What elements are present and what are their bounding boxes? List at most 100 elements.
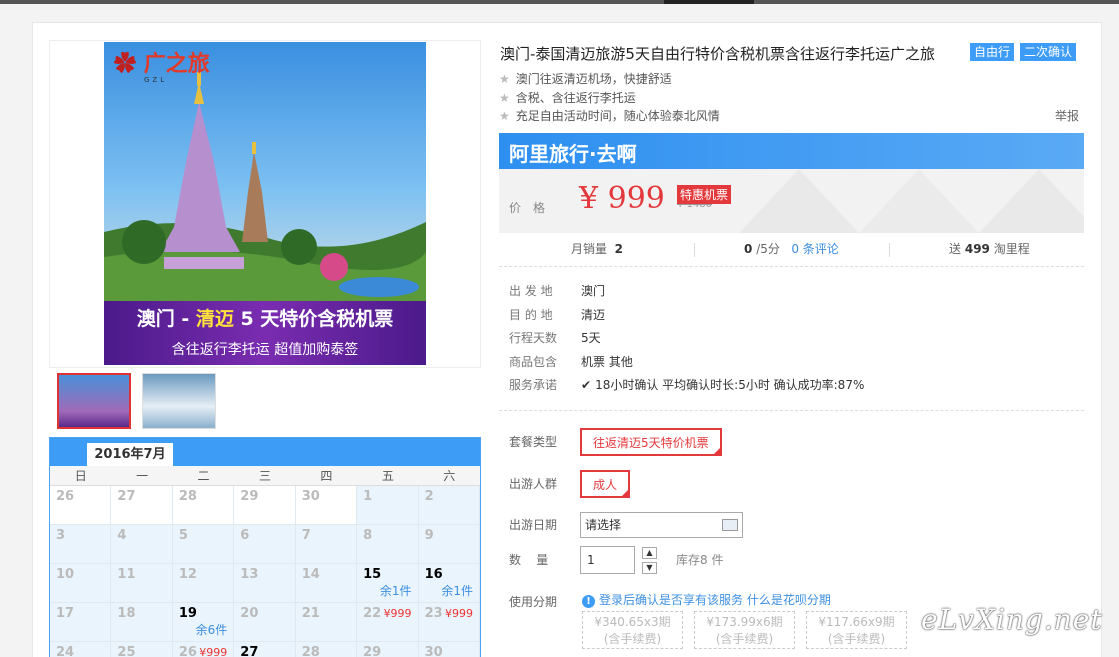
rating: 0 /5分 0 条评论 [744,242,839,256]
day-number: 9 [424,528,434,543]
weekday-label: 日 [74,469,87,483]
day-number: 15 [363,567,382,582]
price-label: 价格 [509,201,558,215]
installment-note: ! 登录后确认是否享有该服务 什么是花呗分期 [582,591,831,608]
day-stock: 余6件 [195,623,228,637]
day-number: 10 [56,567,75,582]
sales-stats: 月销量 2 0 /5分 0 条评论 送 499 淘里程 [499,233,1084,267]
day-stock: 余1件 [379,584,412,598]
qty-label: 数 量 [509,553,549,567]
thumbnail-1[interactable] [57,373,131,429]
calendar-day: 17 [50,603,112,642]
day-number: 28 [301,645,320,657]
day-price: ¥999 [444,607,473,620]
calendar-day: 1 [357,486,419,525]
product-poster[interactable]: ✿ 广之旅 GZL 澳门 - 清迈 5 天特价含税机票 含往返行李托运 超值加购… [104,42,426,365]
calendar-day: 21 [295,603,358,642]
day-number: 12 [178,567,197,582]
feature-item: ★ 澳门往返清迈机场，快捷舒适 [499,72,672,86]
report-link[interactable]: 举报 [1055,107,1079,124]
check-icon: ✔ [581,378,592,392]
calendar-day[interactable]: 27售罄 [234,642,296,657]
price-value: ¥ 999 [579,181,665,216]
calendar-weekdays: 日一二三四五六 [50,466,480,486]
price-panel: 阿里旅行·去啊 价格 ¥ 999 ¥ 1480 特惠机票 [499,133,1084,233]
calendar-month-tab[interactable]: 2016年7月 [86,442,174,466]
top-bar [0,0,1119,4]
calendar-day: 25 [111,642,173,657]
poster-title: 澳门 - 清迈 5 天特价含税机票 [136,308,394,330]
day-number: 30 [301,489,320,504]
divider [694,243,695,257]
weekday-label: 五 [381,469,394,483]
calendar-day[interactable]: 26 ¥999 [172,642,235,657]
reviews-link[interactable]: 0 条评论 [791,242,838,256]
day-number: 29 [240,489,259,504]
calendar-day: 27 [111,486,173,525]
calendar-day: 5 [172,525,235,564]
feature-item: ★ 含税、含往返行李托运 [499,91,636,105]
day-number: 16 [424,567,443,582]
date-label: 出游日期 [509,518,558,532]
weekday-label: 四 [320,469,333,483]
divider [499,410,1084,411]
day-number: 2 [424,489,434,504]
installment-plan-3[interactable]: ¥340.65x3期 (含手续费) [582,611,683,649]
calendar-day[interactable]: 15 余1件 [357,564,419,603]
day-number: 11 [117,567,136,582]
qty-decrease-button[interactable]: ▼ [642,562,657,574]
date-picker-input[interactable]: 请选择 [580,512,743,538]
quantity-input[interactable]: 1 [580,546,635,574]
installment-plan-9[interactable]: ¥117.66x9期 (含手续费) [806,611,907,649]
info-service: 服务承诺 ✔ 18小时确认 平均确认时长:5小时 确认成功率:87% [509,378,865,392]
calendar-day: 26 [50,486,112,525]
calendar-day: 4 [111,525,173,564]
top-bar-highlight [664,0,754,4]
day-number: 30 [424,645,443,657]
site-watermark: eLvXing.net [921,603,1103,636]
star-icon: ★ [499,72,510,86]
calendar-day: 29 [234,486,296,525]
installment-help-link[interactable]: 什么是花呗分期 [747,593,831,607]
star-icon: ★ [499,91,510,105]
calendar-day[interactable]: 19 余6件 [172,603,235,642]
day-number: 6 [240,528,250,543]
day-number: 21 [301,606,320,621]
calendar-day: 8 [357,525,419,564]
calendar-day[interactable]: 22 ¥999 [357,603,419,642]
day-number: 13 [240,567,259,582]
calendar-day: 28 [295,642,358,657]
qty-increase-button[interactable]: ▲ [642,547,657,559]
calendar-day: 7 [295,525,358,564]
calendar-day: 24 [50,642,112,657]
calendar-header: 2016年7月 [50,438,480,466]
login-link[interactable]: 登录 [599,593,623,607]
calendar-day[interactable]: 23 ¥999 [418,603,480,642]
points-reward: 送 499 淘里程 [949,242,1030,256]
calendar-day: 18 [111,603,173,642]
calendar-day: 12 [172,564,235,603]
day-number: 28 [178,489,197,504]
star-icon: ★ [499,109,510,123]
day-number: 14 [301,567,320,582]
tag-second-confirm: 二次确认 [1020,43,1077,61]
installment-label: 使用分期 [509,595,558,609]
day-number: 23 [424,606,443,621]
day-number: 27 [117,489,136,504]
day-number: 27 [240,645,259,657]
day-number: 26 [56,489,75,504]
calendar-day: 14 [295,564,358,603]
calendar-day: 2 [418,486,480,525]
day-number: 5 [178,528,188,543]
calendar-grid: 26 27 28 29 30 1 2 3 4 5 6 7 8 9 10 11 12 13 14 15 余1件 16 余1件 1… [50,486,480,657]
weekday-label: 六 [443,469,456,483]
day-number: 20 [240,606,259,621]
calendar-day[interactable]: 16 余1件 [418,564,480,603]
package-option[interactable]: 往返清迈5天特价机票 [580,428,722,456]
calendar-day: 30 [418,642,480,657]
calendar-day: 30 [295,486,358,525]
calendar-day: 6 [234,525,296,564]
crowd-option[interactable]: 成人 [580,470,631,498]
installment-plan-6[interactable]: ¥173.99x6期 (含手续费) [694,611,795,649]
thumbnail-2[interactable] [142,373,216,429]
